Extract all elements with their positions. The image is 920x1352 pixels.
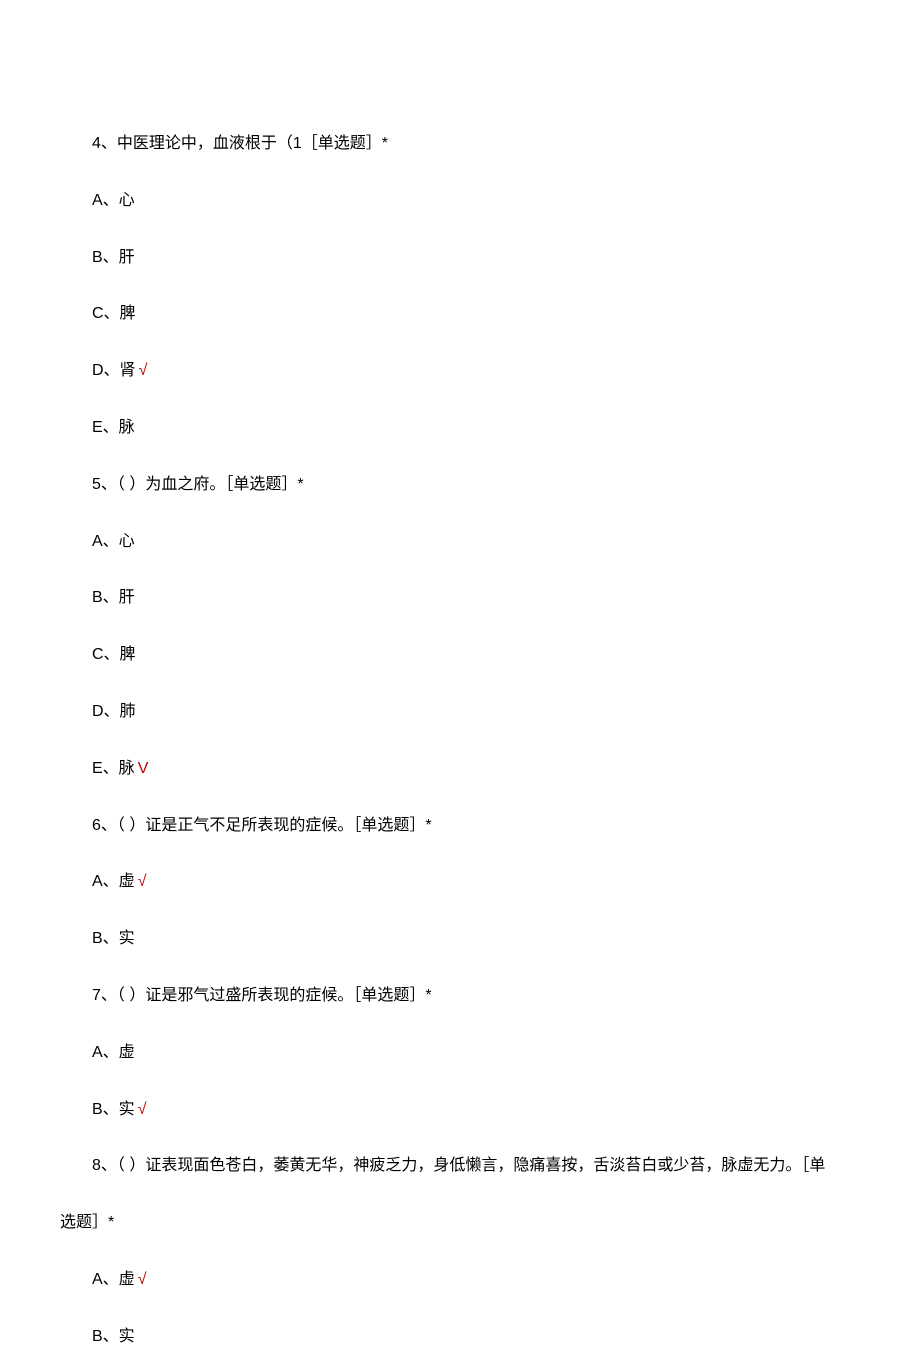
q4-option-b: B、肝 xyxy=(60,244,860,273)
q5-option-d: D、肺 xyxy=(60,698,860,727)
question-7-stem: 7、（ ）证是邪气过盛所表现的症候。［单选题］* xyxy=(60,982,860,1011)
q8-option-a-text: A、虚 xyxy=(92,1271,135,1288)
check-icon: √ xyxy=(138,873,147,890)
q4-option-d-text: D、肾 xyxy=(92,362,136,379)
question-5-stem: 5、（ ）为血之府。［单选题］* xyxy=(60,471,860,500)
q6-option-b: B、实 xyxy=(60,925,860,954)
q8-option-a: A、虚√ xyxy=(60,1266,860,1295)
check-icon: √ xyxy=(138,1101,147,1118)
check-icon: √ xyxy=(139,362,148,379)
check-icon: V xyxy=(138,760,149,777)
q8-option-b: B、实 xyxy=(60,1323,860,1352)
q7-option-a: A、虚 xyxy=(60,1039,860,1068)
q7-option-b: B、实√ xyxy=(60,1096,860,1125)
q7-option-b-text: B、实 xyxy=(92,1101,135,1118)
question-4-stem: 4、中医理论中，血液根于（1［单选题］* xyxy=(60,130,860,159)
q6-option-a-text: A、虚 xyxy=(92,873,135,890)
q4-option-d: D、肾√ xyxy=(60,357,860,386)
q4-option-a: A、心 xyxy=(60,187,860,216)
q4-option-e: E、脉 xyxy=(60,414,860,443)
document-content: 4、中医理论中，血液根于（1［单选题］* A、心 B、肝 C、脾 D、肾√ E、… xyxy=(60,130,860,1352)
question-8-stem-line1: 8、（ ）证表现面色苍白，萎黄无华，神疲乏力，身低懒言，隐痛喜按，舌淡苔白或少苔… xyxy=(60,1152,860,1181)
check-icon: √ xyxy=(138,1271,147,1288)
q5-option-b: B、肝 xyxy=(60,584,860,613)
q5-option-e-text: E、脉 xyxy=(92,760,135,777)
q4-option-c: C、脾 xyxy=(60,300,860,329)
question-6-stem: 6、（ ）证是正气不足所表现的症候。［单选题］* xyxy=(60,812,860,841)
q5-option-c: C、脾 xyxy=(60,641,860,670)
q5-option-a: A、心 xyxy=(60,528,860,557)
question-8-stem-line2: 选题］* xyxy=(60,1209,860,1238)
q5-option-e: E、脉V xyxy=(60,755,860,784)
q6-option-a: A、虚√ xyxy=(60,868,860,897)
